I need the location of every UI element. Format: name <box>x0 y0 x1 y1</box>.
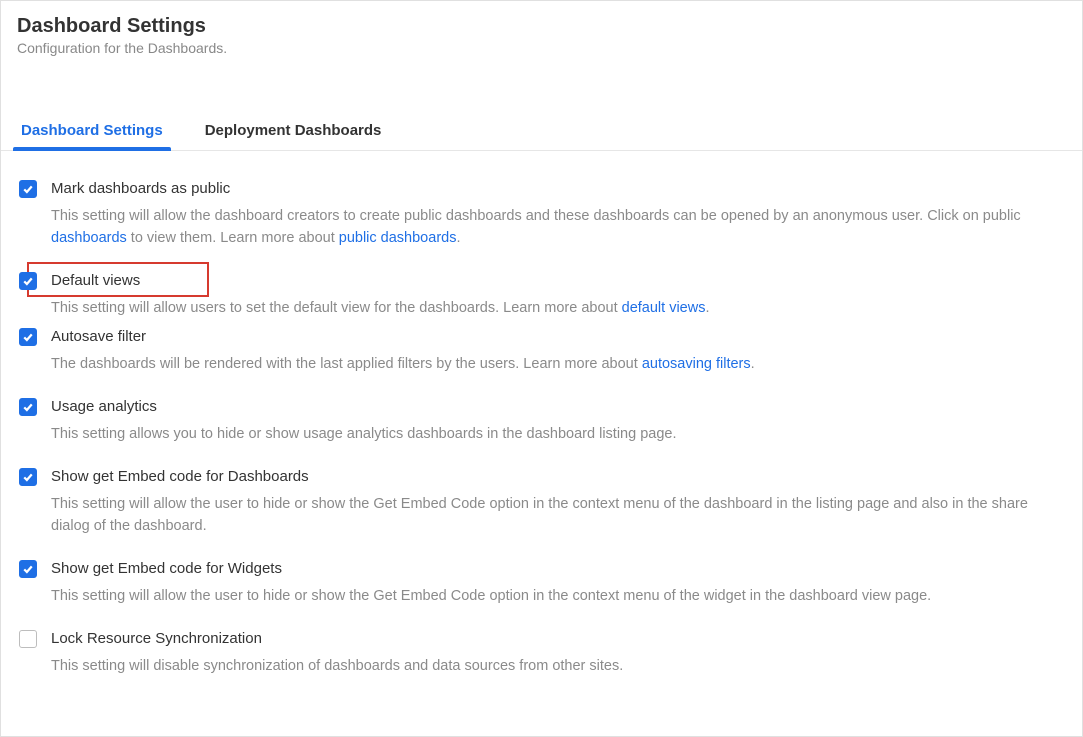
check-icon <box>22 563 34 575</box>
check-icon <box>22 183 34 195</box>
checkbox-default-views[interactable] <box>19 272 37 290</box>
setting-title: Default views <box>51 271 1064 291</box>
setting-desc: This setting will allow the dashboard cr… <box>51 205 1064 249</box>
setting-title: Show get Embed code for Dashboards <box>51 467 1064 487</box>
check-icon <box>22 275 34 287</box>
setting-desc: This setting will disable synchronizatio… <box>51 655 1064 677</box>
setting-lock-sync: Lock Resource Synchronization This setti… <box>19 629 1064 677</box>
setting-title: Usage analytics <box>51 397 1064 417</box>
checkbox-usage-analytics[interactable] <box>19 398 37 416</box>
setting-embed-dashboards: Show get Embed code for Dashboards This … <box>19 467 1064 537</box>
setting-title: Show get Embed code for Widgets <box>51 559 1064 579</box>
setting-title: Lock Resource Synchronization <box>51 629 1064 649</box>
tabs: Dashboard Settings Deployment Dashboards <box>1 114 1082 151</box>
setting-mark-public: Mark dashboards as public This setting w… <box>19 179 1064 249</box>
setting-autosave-filter: Autosave filter The dashboards will be r… <box>19 327 1064 375</box>
setting-title: Mark dashboards as public <box>51 179 1064 199</box>
setting-desc: This setting allows you to hide or show … <box>51 423 1064 445</box>
setting-default-views-wrap: Default views This setting will allow us… <box>19 271 1064 319</box>
setting-desc: This setting will allow users to set the… <box>51 297 1064 319</box>
setting-embed-widgets: Show get Embed code for Widgets This set… <box>19 559 1064 607</box>
checkbox-lock-sync[interactable] <box>19 630 37 648</box>
check-icon <box>22 331 34 343</box>
checkbox-embed-dashboards[interactable] <box>19 468 37 486</box>
setting-desc: This setting will allow the user to hide… <box>51 585 1064 607</box>
setting-title: Autosave filter <box>51 327 1064 347</box>
tab-dashboard-settings[interactable]: Dashboard Settings <box>17 114 167 150</box>
tab-deployment-dashboards[interactable]: Deployment Dashboards <box>201 114 386 150</box>
link-dashboards[interactable]: dashboards <box>51 230 127 246</box>
page-header: Dashboard Settings Configuration for the… <box>1 1 1082 62</box>
page-title: Dashboard Settings <box>17 15 1066 38</box>
check-icon <box>22 401 34 413</box>
checkbox-autosave-filter[interactable] <box>19 328 37 346</box>
dashboard-settings-page: Dashboard Settings Configuration for the… <box>0 0 1083 737</box>
setting-default-views: Default views This setting will allow us… <box>19 271 1064 319</box>
setting-desc: This setting will allow the user to hide… <box>51 493 1064 537</box>
checkbox-mark-public[interactable] <box>19 180 37 198</box>
check-icon <box>22 471 34 483</box>
settings-list: Mark dashboards as public This setting w… <box>1 151 1082 703</box>
setting-desc: The dashboards will be rendered with the… <box>51 353 1064 375</box>
page-subtitle: Configuration for the Dashboards. <box>17 40 1066 56</box>
link-autosaving-filters[interactable]: autosaving filters <box>642 356 751 372</box>
link-default-views[interactable]: default views <box>622 300 706 316</box>
checkbox-embed-widgets[interactable] <box>19 560 37 578</box>
link-public-dashboards[interactable]: public dashboards <box>339 230 457 246</box>
setting-usage-analytics: Usage analytics This setting allows you … <box>19 397 1064 445</box>
